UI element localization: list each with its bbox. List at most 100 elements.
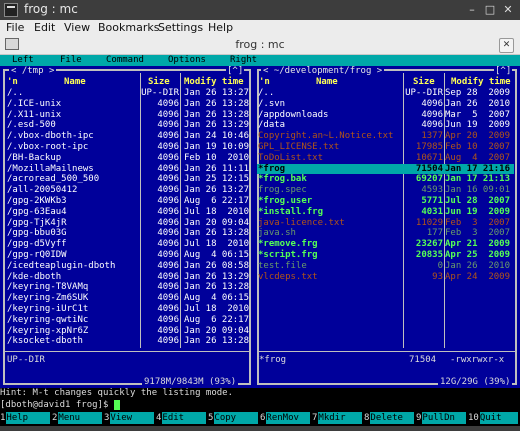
right-header-n[interactable]: 'n [259, 77, 270, 88]
file-name: /icedteaplugin-dboth [7, 260, 116, 271]
file-row[interactable]: /.. UP--DIR Jan 26 13:27 [6, 88, 249, 99]
right-panel[interactable]: < ~/development/frog > [^] 'n Name Size … [254, 66, 520, 388]
close-icon[interactable]: ✕ [502, 4, 514, 16]
fkey-3[interactable]: 3View [104, 412, 155, 424]
file-mtime: Jan 26 2010 [445, 260, 511, 271]
file-row[interactable]: /.. UP--DIR Sep 28 2009 [257, 88, 514, 99]
file-row[interactable]: /MozillaMailnews 4096 Jan 26 11:11 [6, 164, 249, 175]
file-name: *remove.frg [258, 239, 318, 250]
fkey-2[interactable]: 2Menu [52, 412, 103, 424]
file-row[interactable]: /all-20050412 4096 Jan 26 13:27 [6, 185, 249, 196]
file-row[interactable]: /gpg-bbu03G 4096 Jan 26 13:28 [6, 228, 249, 239]
left-header-name[interactable]: Name [64, 77, 86, 88]
file-row[interactable]: /data 4096 Jun 19 2009 [257, 120, 514, 131]
file-size: 11029 [415, 217, 443, 228]
file-row[interactable]: /.svn 4096 Jan 26 2010 [257, 99, 514, 110]
file-row[interactable]: vlcdeps.txt 93 Apr 24 2009 [257, 272, 514, 283]
file-row[interactable]: /ksocket-dboth 4096 Jan 26 13:28 [6, 336, 250, 347]
file-mtime: Jan 16 09:01 [445, 185, 511, 196]
file-row[interactable]: /gpg-rQ0IDW 4096 Aug 4 06:15 [6, 250, 249, 261]
shell-prompt[interactable]: [dboth@david1 frog]$ [0, 399, 520, 411]
file-row[interactable]: /.X11-unix 4096 Jan 26 13:28 [6, 110, 249, 121]
right-panel-corner[interactable]: [^] [494, 66, 513, 77]
file-row[interactable]: *frog 71504 Jan 17 21:16 [257, 163, 514, 175]
file-row[interactable]: /keyring-xpNr6Z 4096 Jan 20 09:04 [6, 325, 249, 337]
file-row[interactable]: /.ICE-unix 4096 Jan 26 13:28 [6, 99, 249, 110]
file-row[interactable]: GPL_LICENSE.txt 17985 Feb 10 2007 [257, 142, 514, 153]
left-header-mtime[interactable]: Modify time [184, 77, 244, 88]
menu-file[interactable]: File [6, 21, 24, 34]
fkey-10[interactable]: 10Quit [468, 412, 518, 424]
file-row[interactable]: frog.spec 4593 Jan 16 09:01 [257, 185, 514, 196]
file-name: /BH-Backup [7, 152, 62, 163]
fkey-4[interactable]: 4Edit [156, 412, 207, 424]
file-row[interactable]: *frog.bak 69207 Jan 17 21:13 [257, 174, 514, 185]
file-row[interactable]: /BH-Backup 4096 Feb 10 2010 [6, 152, 249, 164]
mc-menu-left[interactable]: Left [12, 55, 34, 65]
file-row[interactable]: /icedteaplugin-dboth 4096 Jan 26 08:58 [6, 260, 249, 272]
mc-menu-file[interactable]: File [60, 55, 82, 65]
file-row[interactable]: ToDoList.txt 10671 Aug 4 2007 [257, 153, 514, 164]
file-row[interactable]: java.sh 177 Feb 3 2007 [257, 228, 514, 239]
file-row[interactable]: *install.frg 4031 Jun 19 2009 [257, 207, 514, 218]
file-row[interactable]: *frog.user 5771 Jul 28 2007 [257, 196, 514, 207]
left-header-n[interactable]: 'n [7, 77, 18, 88]
file-row[interactable]: Copyright.an~L.Notice.txt 1377 Apr 20 2009 [257, 131, 514, 142]
file-row[interactable]: /gpg-2KWKb3 4096 Aug 6 22:17 [6, 196, 249, 207]
right-file-list: /.. UP--DIR Sep 28 2009/.svn 4096 Jan 26 201… [257, 88, 514, 282]
left-mini-divider [3, 351, 251, 352]
file-row[interactable]: /keyring-iUrC1t 4096 Jul 18 2010 [6, 304, 249, 315]
file-size: 5771 [421, 195, 443, 206]
file-row[interactable]: /.esd-500 4096 Jan 26 13:29 [6, 120, 249, 131]
left-panel-title[interactable]: < /tmp > [9, 66, 57, 77]
file-row[interactable]: /acroread_500_500 4096 Jan 25 12:15 [6, 174, 249, 185]
file-size: 4096 [421, 109, 443, 120]
file-mtime: Jan 24 10:46 [184, 131, 250, 142]
left-header-size[interactable]: Size [148, 77, 170, 88]
file-row[interactable]: *script.frg 20835 Apr 25 2009 [257, 250, 514, 261]
right-header-name[interactable]: Name [316, 77, 338, 88]
left-panel-corner[interactable]: [^] [226, 66, 245, 77]
right-panel-title[interactable]: < ~/development/frog > [261, 66, 385, 77]
mc-menu-options[interactable]: Options [168, 55, 206, 65]
file-row[interactable]: /kde-dboth 4096 Jan 26 13:29 [6, 272, 249, 283]
maximize-icon[interactable]: □ [484, 4, 496, 16]
file-row[interactable]: java-licence.txt 11029 Feb 3 2007 [257, 218, 514, 229]
file-name: /keyring-xpNr6Z [7, 325, 89, 336]
file-row[interactable]: /keyring-Zm6SUK 4096 Aug 4 06:15 [6, 293, 250, 304]
fkey-8[interactable]: 8Delete [364, 412, 415, 424]
left-panel[interactable]: < /tmp > [^] 'n Name Size Modify time /.… [0, 66, 254, 388]
mc-menu-right[interactable]: Right [230, 55, 257, 65]
file-row[interactable]: /.vbox-root-ipc 4096 Jan 19 10:09 [6, 142, 249, 153]
menu-view[interactable]: View [64, 21, 90, 34]
file-row[interactable]: /.vbox-dboth-ipc 4096 Jan 24 10:46 [6, 131, 250, 142]
menu-help[interactable]: Help [208, 21, 233, 34]
file-row[interactable]: *remove.frg 23267 Apr 21 2009 [257, 239, 514, 250]
file-row[interactable]: /keyring-qwtiNc 4096 Aug 6 22:17 [6, 315, 249, 326]
fkey-7[interactable]: 7Mkdir [312, 412, 363, 424]
file-row[interactable]: /gpg-TjK4jR 4096 Jan 20 09:04 [6, 218, 249, 229]
tab-title[interactable]: frog : mc [0, 38, 520, 51]
mc-menu-command[interactable]: Command [106, 55, 144, 65]
minimize-icon[interactable]: – [466, 4, 478, 16]
fkey-6[interactable]: 6RenMov [260, 412, 311, 424]
file-row[interactable]: /appdownloads 4096 Mar 5 2007 [257, 110, 514, 121]
terminal-area[interactable]: Left File Command Options Right < /tmp >… [0, 55, 520, 426]
terminal-window-icon[interactable] [4, 3, 18, 17]
file-mtime: Aug 4 06:15 [184, 293, 250, 304]
file-mtime: Jan 26 13:28 [184, 336, 250, 347]
menu-bookmarks[interactable]: Bookmarks [98, 21, 159, 34]
menu-settings[interactable]: Settings [158, 21, 203, 34]
file-row[interactable]: test.file 0 Jan 26 2010 [257, 261, 514, 272]
fkey-1[interactable]: 1Help [0, 412, 51, 424]
menu-edit[interactable]: Edit [34, 21, 55, 34]
prompt-text: [dboth@david1 frog]$ [0, 400, 114, 410]
fkey-5[interactable]: 5Copy [208, 412, 259, 424]
file-row[interactable]: /keyring-T8VAMq 4096 Jan 26 13:28 [6, 282, 249, 293]
close-tab-icon[interactable]: ✕ [499, 38, 514, 53]
fkey-9[interactable]: 9PullDn [416, 412, 467, 424]
right-header-size[interactable]: Size [413, 77, 435, 88]
file-row[interactable]: /gpg-63Eau4 4096 Jul 18 2010 [6, 207, 249, 218]
file-row[interactable]: /gpg-d5Vyff 4096 Jul 18 2010 [6, 239, 249, 250]
right-header-mtime[interactable]: Modify time [451, 77, 511, 88]
